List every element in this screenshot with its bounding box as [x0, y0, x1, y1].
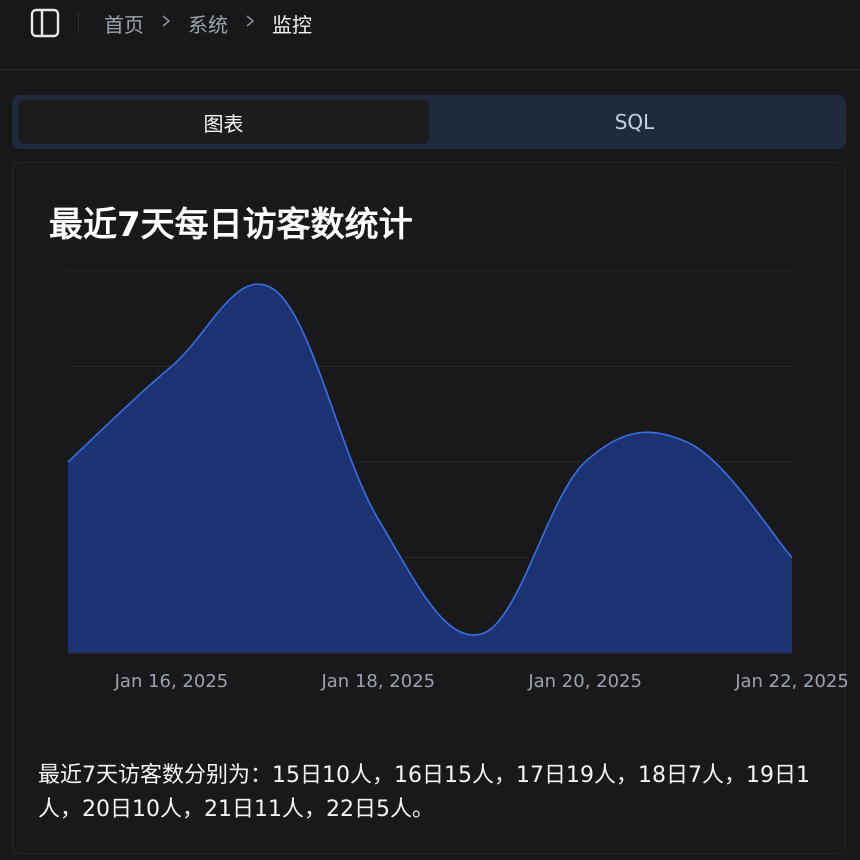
tab-chart[interactable]: 图表 [18, 100, 429, 144]
x-tick-label: Jan 16, 2025 [114, 671, 229, 692]
chevron-right-icon [152, 14, 180, 32]
breadcrumb-home[interactable]: 首页 [104, 9, 144, 38]
tab-sql[interactable]: SQL [429, 100, 840, 144]
visitor-summary: 最近7天访客数分别为：15日10人，16日15人，17日19人，18日7人，19… [38, 763, 810, 822]
breadcrumb-system[interactable]: 系统 [188, 9, 228, 38]
area-chart: Jan 16, 2025 Jan 18, 2025 Jan 20, 2025 Jan … [67, 270, 847, 692]
chart-title: 最近7天每日访客数统计 [49, 205, 413, 245]
breadcrumb: 首页 系统 监控 [104, 8, 312, 38]
sidebar-toggle-icon[interactable] [30, 8, 60, 38]
x-tick-label: Jan 20, 2025 [527, 671, 642, 692]
top-bar: 首页 系统 监控 [0, 0, 860, 70]
chart-card: Jan 16, 2025 Jan 18, 2025 Jan 20, 2025 Jan … [12, 162, 847, 854]
topbar-divider [78, 12, 79, 34]
chevron-right-icon [236, 14, 264, 32]
x-tick-label: Jan 18, 2025 [320, 671, 435, 692]
view-tabs: 图表 SQL [12, 95, 846, 149]
breadcrumb-monitor: 监控 [272, 12, 312, 37]
series-area [68, 284, 792, 653]
x-tick-label: Jan 22, 2025 [734, 671, 847, 692]
